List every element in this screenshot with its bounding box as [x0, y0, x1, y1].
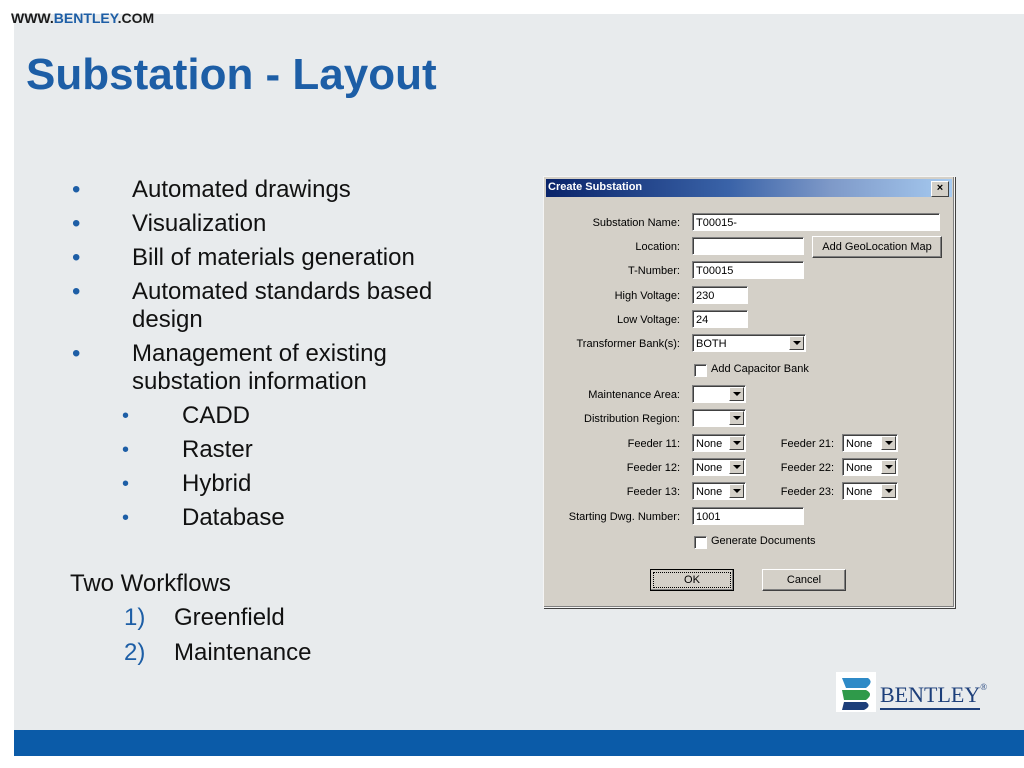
bullet-text: Visualization	[132, 210, 267, 237]
sub-bullet-dot-icon: •	[122, 473, 130, 495]
sub-bullet-dot-icon: •	[122, 507, 130, 529]
low-voltage-input[interactable]: 24	[692, 310, 748, 328]
website-url: WWW.BENTLEY.COM	[11, 10, 154, 26]
starting-dwg-number-label: Starting Dwg. Number:	[568, 511, 680, 523]
sub-bullet-text: CADD	[182, 402, 251, 429]
bullet-item: • Bill of materials generation	[70, 244, 510, 272]
transformer-banks-label: Transformer Bank(s):	[576, 338, 680, 350]
feeder-23-label: Feeder 23:	[780, 486, 834, 498]
distribution-region-select[interactable]	[692, 409, 746, 427]
feeder-21-value: None	[846, 438, 873, 450]
bullet-item: • Management of existing substation infor…	[70, 340, 462, 396]
feeder-23-select[interactable]: None	[842, 482, 898, 500]
chevron-down-icon[interactable]	[729, 411, 744, 425]
sub-bullet-text: Database	[182, 504, 285, 531]
bullet-list: • Automated drawings • Visualization • Bill…	[70, 176, 510, 538]
sub-bullet-text: Hybrid	[182, 470, 252, 497]
location-input[interactable]	[692, 237, 804, 255]
maintenance-area-select[interactable]	[692, 385, 746, 403]
workflow-text: Greenfield	[174, 604, 285, 631]
bullet-dot-icon: •	[72, 340, 81, 367]
workflow-item: 2) Maintenance	[124, 639, 311, 667]
sub-bullet-item: • CADD	[70, 402, 510, 430]
workflow-number: 1)	[124, 604, 146, 631]
logo-registered-mark: ®	[980, 682, 988, 692]
bentley-logo: BENTLEY®	[836, 670, 987, 716]
feeder-12-label: Feeder 12:	[626, 462, 680, 474]
add-geolocation-map-button[interactable]: Add GeoLocation Map	[812, 236, 942, 258]
sub-bullet-item: • Hybrid	[70, 470, 510, 498]
high-voltage-label: High Voltage:	[614, 290, 680, 302]
footer-bar	[14, 730, 1024, 756]
bullet-text: Automated drawings	[132, 176, 351, 203]
bentley-mark-icon	[836, 672, 876, 712]
sub-bullet-list: • CADD • Raster • Hybrid • Database	[70, 402, 510, 532]
chevron-down-icon[interactable]	[881, 460, 896, 474]
chevron-down-icon[interactable]	[881, 484, 896, 498]
close-icon[interactable]: ×	[931, 181, 949, 197]
feeder-21-label: Feeder 21:	[780, 438, 834, 450]
bullet-dot-icon: •	[72, 210, 81, 237]
location-label: Location:	[635, 241, 680, 253]
add-capacitor-bank-label: Add Capacitor Bank	[711, 363, 809, 375]
sub-bullet-text: Raster	[182, 436, 253, 463]
generate-documents-checkbox[interactable]	[694, 536, 707, 549]
low-voltage-label: Low Voltage:	[617, 314, 680, 326]
create-substation-dialog: Create Substation × Substation Name: T00…	[543, 176, 955, 608]
url-suffix: .COM	[117, 10, 155, 26]
feeder-21-select[interactable]: None	[842, 434, 898, 452]
bullet-item: • Automated drawings	[70, 176, 510, 204]
feeder-23-value: None	[846, 486, 873, 498]
sub-bullet-item: • Raster	[70, 436, 510, 464]
maintenance-area-label: Maintenance Area:	[588, 389, 680, 401]
substation-name-label: Substation Name:	[592, 217, 680, 229]
logo-underline	[880, 708, 980, 710]
sub-bullet-item: • Database	[70, 504, 510, 532]
generate-documents-label: Generate Documents	[711, 535, 816, 547]
bullet-text: Bill of materials generation	[132, 244, 415, 271]
sub-bullet-dot-icon: •	[122, 439, 130, 461]
workflows-heading: Two Workflows	[70, 570, 231, 597]
sub-bullet-dot-icon: •	[122, 405, 130, 427]
url-prefix: WWW.	[11, 10, 54, 26]
bullet-dot-icon: •	[72, 278, 81, 305]
feeder-22-select[interactable]: None	[842, 458, 898, 476]
slide-title: Substation - Layout	[26, 50, 437, 99]
ok-button[interactable]: OK	[650, 569, 734, 591]
bentley-wordmark: BENTLEY®	[880, 682, 987, 708]
feeder-13-label: Feeder 13:	[626, 486, 680, 498]
feeder-11-label: Feeder 11:	[627, 438, 680, 450]
feeder-22-label: Feeder 22:	[780, 462, 834, 474]
chevron-down-icon[interactable]	[789, 336, 804, 350]
distribution-region-label: Distribution Region:	[584, 413, 680, 425]
workflow-number: 2)	[124, 639, 146, 666]
dialog-titlebar[interactable]: Create Substation ×	[546, 179, 952, 197]
bullet-text: Management of existing substation inform…	[132, 340, 387, 395]
feeder-22-value: None	[846, 462, 873, 474]
add-capacitor-bank-checkbox[interactable]	[694, 364, 707, 377]
bullet-item: • Automated standards based design	[70, 278, 502, 334]
cancel-button[interactable]: Cancel	[762, 569, 846, 591]
transformer-banks-value: BOTH	[696, 338, 727, 350]
chevron-down-icon[interactable]	[729, 387, 744, 401]
workflow-text: Maintenance	[174, 639, 312, 666]
logo-text: BENTLEY	[880, 682, 981, 707]
t-number-input[interactable]: T00015	[692, 261, 804, 279]
dialog-title: Create Substation	[548, 181, 643, 193]
workflow-item: 1) Greenfield	[124, 604, 285, 632]
bullet-dot-icon: •	[72, 244, 81, 271]
bullet-dot-icon: •	[72, 176, 81, 203]
url-brand: BENTLEY	[53, 10, 118, 26]
transformer-banks-select[interactable]: BOTH	[692, 334, 806, 352]
bullet-text: Automated standards based design	[132, 278, 433, 333]
substation-name-input[interactable]: T00015-	[692, 213, 940, 231]
t-number-label: T-Number:	[628, 265, 680, 277]
starting-dwg-number-input[interactable]: 1001	[692, 507, 804, 525]
bullet-item: • Visualization	[70, 210, 510, 238]
sub-bullet-container: • CADD • Raster • Hybrid • Database	[70, 402, 510, 532]
chevron-down-icon[interactable]	[881, 436, 896, 450]
high-voltage-input[interactable]: 230	[692, 286, 748, 304]
